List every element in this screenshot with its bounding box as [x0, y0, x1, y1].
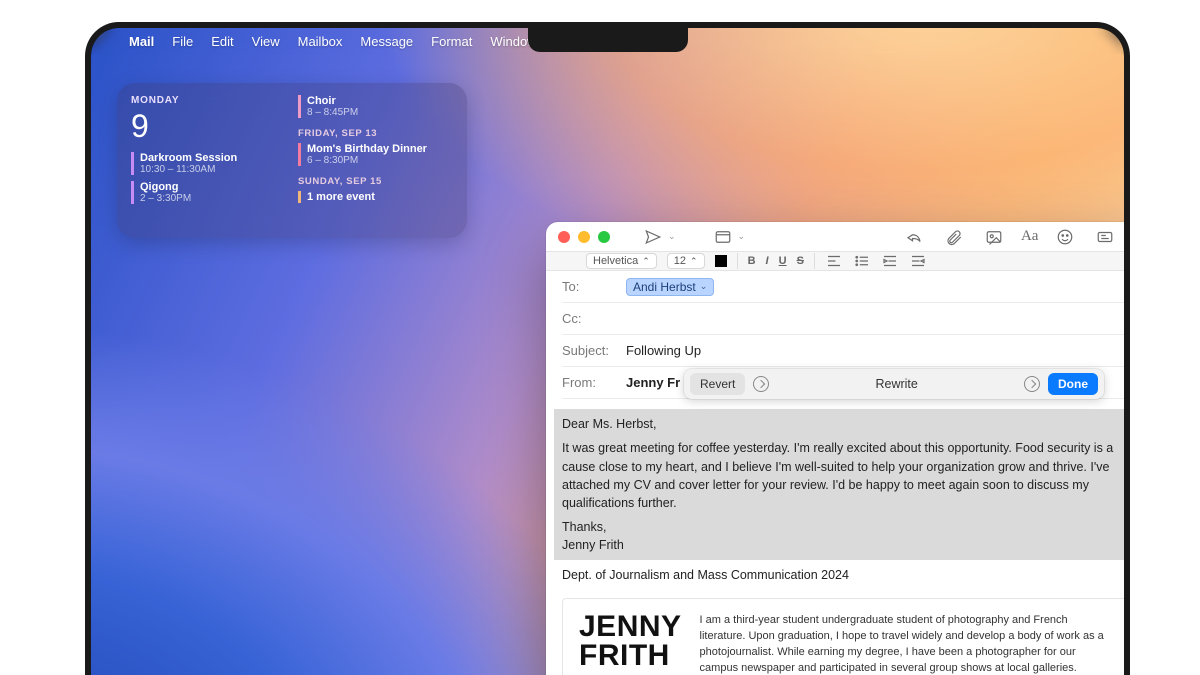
- list-bullet-icon[interactable]: [853, 252, 871, 270]
- window-titlebar: ⌄ ⌄ Aa ⌄: [546, 222, 1124, 251]
- event-title: Mom's Birthday Dinner: [307, 143, 453, 155]
- font-size-select[interactable]: 12⌃: [667, 253, 705, 269]
- done-button[interactable]: Done: [1048, 373, 1098, 395]
- attachment-icon[interactable]: [941, 224, 967, 250]
- section-friday: FRIDAY, SEP 13: [298, 128, 453, 139]
- chevron-down-icon[interactable]: ⌄: [700, 281, 708, 292]
- resume-first-name: JENNY: [579, 613, 682, 642]
- format-bar: Helvetica⌃ 12⌃ B I U S: [546, 251, 1124, 271]
- undo-circle-icon[interactable]: [753, 376, 769, 392]
- bold-button[interactable]: B: [748, 255, 756, 267]
- menu-file[interactable]: File: [172, 34, 193, 49]
- cc-label: Cc:: [562, 311, 618, 326]
- mail-compose-window: ⌄ ⌄ Aa ⌄ Helvetica⌃ 12⌃: [546, 222, 1124, 675]
- body-greeting: Dear Ms. Herbst,: [562, 415, 1124, 433]
- calendar-widget[interactable]: MONDAY 9 Darkroom Session 10:30 – 11:30A…: [117, 83, 467, 238]
- event-title: Darkroom Session: [140, 152, 286, 164]
- cc-row[interactable]: Cc:: [562, 303, 1124, 335]
- send-icon[interactable]: [640, 224, 666, 250]
- subject-label: Subject:: [562, 343, 618, 358]
- strike-button[interactable]: S: [797, 255, 804, 267]
- italic-button[interactable]: I: [766, 255, 769, 267]
- menu-message[interactable]: Message: [360, 34, 413, 49]
- reply-icon[interactable]: [901, 224, 927, 250]
- body-dept: Dept. of Journalism and Mass Communicati…: [562, 566, 1124, 584]
- from-label: From:: [562, 375, 618, 390]
- rewrite-title: Rewrite: [777, 377, 1016, 391]
- text-color-swatch[interactable]: [715, 255, 727, 267]
- revert-button[interactable]: Revert: [690, 373, 745, 395]
- format-text-icon[interactable]: Aa: [1021, 228, 1039, 245]
- event-more[interactable]: 1 more event: [298, 191, 453, 203]
- menu-view[interactable]: View: [252, 34, 280, 49]
- window-zoom-button[interactable]: [598, 231, 610, 243]
- resume-blurb: I am a third-year student undergraduate …: [700, 613, 1113, 675]
- section-sunday: SUNDAY, SEP 15: [298, 176, 453, 187]
- underline-button[interactable]: U: [779, 255, 787, 267]
- indent-left-icon[interactable]: [909, 252, 927, 270]
- body-paragraph: It was great meeting for coffee yesterda…: [562, 439, 1124, 512]
- laptop-frame: Mail File Edit View Mailbox Message Form…: [85, 22, 1130, 675]
- event-time: 6 – 8:30PM: [307, 155, 453, 166]
- from-row[interactable]: From: Jenny Fr Revert Rewrite Done: [562, 367, 1124, 399]
- body-signature-name: Jenny Frith: [562, 536, 1124, 554]
- resume-attachment-preview[interactable]: JENNY FRITH I am a third-year student un…: [562, 598, 1124, 675]
- event-title: 1 more event: [307, 191, 453, 203]
- menu-format[interactable]: Format: [431, 34, 472, 49]
- menu-edit[interactable]: Edit: [211, 34, 233, 49]
- widget-date: 9: [131, 110, 286, 142]
- app-name[interactable]: Mail: [129, 34, 154, 49]
- subject-value[interactable]: Following Up: [626, 343, 701, 358]
- subject-row[interactable]: Subject: Following Up: [562, 335, 1124, 367]
- desktop-screen: Mail File Edit View Mailbox Message Form…: [91, 28, 1124, 675]
- to-recipient-name: Andi Herbst: [633, 280, 696, 294]
- from-value[interactable]: Jenny Fr: [626, 375, 680, 390]
- to-label: To:: [562, 279, 618, 294]
- stationery-icon[interactable]: [1092, 224, 1118, 250]
- resume-last-name: FRITH: [579, 642, 682, 671]
- event-birthday[interactable]: Mom's Birthday Dinner 6 – 8:30PM: [298, 143, 453, 166]
- event-qigong[interactable]: Qigong 2 – 3:30PM: [131, 181, 286, 204]
- header-fields-icon[interactable]: [710, 224, 736, 250]
- indent-right-icon[interactable]: [881, 252, 899, 270]
- font-select[interactable]: Helvetica⌃: [586, 253, 657, 269]
- send-options-caret[interactable]: ⌄: [668, 231, 676, 242]
- event-time: 10:30 – 11:30AM: [140, 164, 286, 175]
- display-notch: [528, 28, 688, 52]
- selected-text-block[interactable]: Dear Ms. Herbst, It was great meeting fo…: [554, 409, 1124, 560]
- emoji-icon[interactable]: [1052, 224, 1078, 250]
- event-time: 2 – 3:30PM: [140, 193, 286, 204]
- menu-mailbox[interactable]: Mailbox: [298, 34, 343, 49]
- event-darkroom[interactable]: Darkroom Session 10:30 – 11:30AM: [131, 152, 286, 175]
- body-thanks: Thanks,: [562, 518, 1124, 536]
- to-recipient-pill[interactable]: Andi Herbst ⌄: [626, 278, 714, 296]
- event-title: Choir: [307, 95, 453, 107]
- rewrite-popover: Revert Rewrite Done: [684, 369, 1104, 399]
- compose-body[interactable]: Dear Ms. Herbst, It was great meeting fo…: [546, 399, 1124, 675]
- window-minimize-button[interactable]: [578, 231, 590, 243]
- event-time: 8 – 8:45PM: [307, 107, 453, 118]
- to-row[interactable]: To: Andi Herbst ⌄: [562, 271, 1124, 303]
- window-close-button[interactable]: [558, 231, 570, 243]
- event-choir[interactable]: Choir 8 – 8:45PM: [298, 95, 453, 118]
- header-options-caret[interactable]: ⌄: [738, 231, 746, 242]
- resume-name-block: JENNY FRITH: [579, 613, 682, 670]
- widget-day-label: MONDAY: [131, 95, 286, 106]
- redo-circle-icon[interactable]: [1024, 376, 1040, 392]
- align-left-icon[interactable]: [825, 252, 843, 270]
- photo-icon[interactable]: [981, 224, 1007, 250]
- compose-headers: To: Andi Herbst ⌄ Cc: Subject: Following…: [546, 271, 1124, 399]
- event-title: Qigong: [140, 181, 286, 193]
